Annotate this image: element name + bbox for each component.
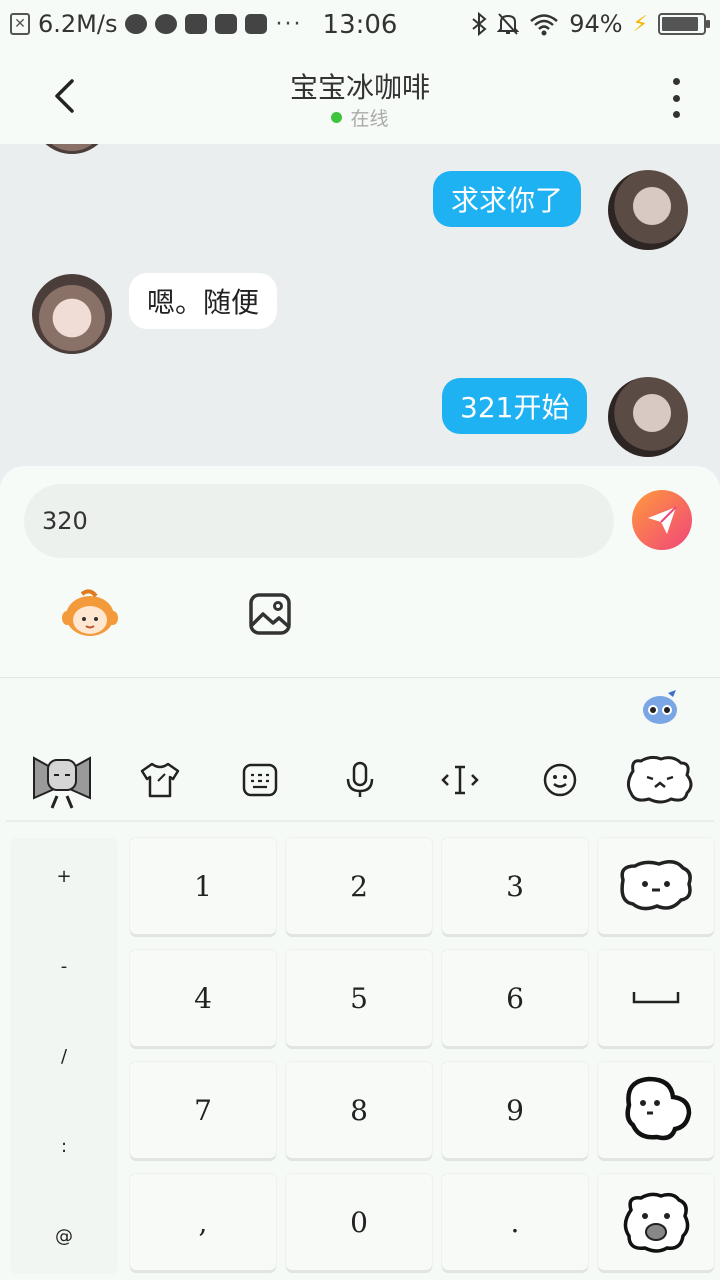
contact-avatar[interactable] xyxy=(32,274,112,354)
online-status-label: 在线 xyxy=(350,108,389,130)
more-options-button[interactable] xyxy=(666,78,686,118)
text-cursor-icon xyxy=(441,765,479,795)
wifi-icon xyxy=(530,14,559,36)
keyboard-icon xyxy=(242,763,278,797)
keyboard-layout-button[interactable] xyxy=(230,750,290,810)
cursor-move-button[interactable] xyxy=(430,750,490,810)
image-button[interactable] xyxy=(248,592,292,636)
symbol-key-at[interactable]: @ xyxy=(10,1226,118,1247)
bluetooth-icon xyxy=(472,12,487,36)
key-5[interactable]: 5 xyxy=(286,950,432,1046)
enter-key[interactable] xyxy=(598,1174,714,1270)
theme-button[interactable] xyxy=(130,750,190,810)
keyboard-skin-button[interactable] xyxy=(30,750,94,810)
contact-avatar[interactable] xyxy=(32,144,112,154)
mute-bell-icon xyxy=(497,13,520,35)
message-bubble-sent[interactable]: 321开始 xyxy=(442,378,588,434)
robot-assistant-icon xyxy=(643,690,677,724)
contact-name: 宝宝冰咖啡 xyxy=(289,71,430,104)
smiley-icon xyxy=(543,763,577,797)
key-9[interactable]: 9 xyxy=(442,1062,588,1158)
symbol-key-colon[interactable]: : xyxy=(10,1136,118,1157)
composer-panel: 320 xyxy=(0,466,720,678)
my-avatar[interactable] xyxy=(608,377,688,457)
chat-header: 宝宝冰咖啡 在线 xyxy=(0,50,720,144)
tshirt-icon xyxy=(140,762,180,798)
key-3[interactable]: 3 xyxy=(442,838,588,934)
message-bubble-received[interactable]: 嗯。随便 xyxy=(129,273,278,329)
key-7[interactable]: 7 xyxy=(130,1062,276,1158)
symbol-column[interactable]: + - / : @ xyxy=(10,838,118,1274)
backspace-key[interactable] xyxy=(598,838,714,934)
send-button[interactable] xyxy=(632,490,692,550)
online-dot-icon xyxy=(331,112,343,123)
symbol-key-plus[interactable]: + xyxy=(10,866,118,887)
ghost-mascot-icon xyxy=(625,1076,692,1141)
key-6[interactable]: 6 xyxy=(442,950,588,1046)
key-comma[interactable]: , xyxy=(130,1174,276,1270)
cat-mascot-icon xyxy=(626,755,693,804)
status-bar: ✕ 6.2M/s ··· 13:06 94% ⚡ xyxy=(0,0,720,50)
space-key[interactable] xyxy=(598,950,714,1046)
backspace-mascot-icon xyxy=(620,860,692,911)
key-8[interactable]: 8 xyxy=(286,1062,432,1158)
symbol-key-slash[interactable]: / xyxy=(10,1046,118,1067)
my-avatar[interactable] xyxy=(608,170,688,250)
status-right: 94% ⚡ xyxy=(471,10,710,38)
paper-plane-icon xyxy=(648,506,677,534)
battery-percent: 94% xyxy=(569,10,623,38)
symbol-key-minus[interactable]: - xyxy=(10,956,118,977)
message-list[interactable]: 求求你了 嗯。随便 321开始 xyxy=(0,144,720,484)
toolbar-divider xyxy=(6,820,714,822)
online-status: 在线 xyxy=(0,104,720,131)
key-period[interactable]: . xyxy=(442,1174,588,1270)
battery-icon xyxy=(658,13,710,35)
sticker-button[interactable] xyxy=(62,588,118,640)
keyboard: + - / : @ 1 2 3 4 5 6 7 8 9 , 0 . xyxy=(0,678,720,1280)
charging-icon: ⚡ xyxy=(632,11,648,37)
key-4[interactable]: 4 xyxy=(130,950,276,1046)
mascot-sticker-icon xyxy=(62,589,118,636)
message-input[interactable]: 320 xyxy=(24,484,614,558)
key-2[interactable]: 2 xyxy=(286,838,432,934)
mascot-menu-button[interactable] xyxy=(624,750,696,810)
keyboard-assistant-button[interactable] xyxy=(640,688,680,728)
image-icon xyxy=(249,593,291,635)
bow-mascot-icon xyxy=(33,756,91,809)
switch-keyboard-key[interactable] xyxy=(598,1062,714,1158)
microphone-icon xyxy=(346,761,374,797)
bear-mascot-icon xyxy=(623,1192,690,1253)
space-bar-icon xyxy=(632,992,680,1004)
emoji-button[interactable] xyxy=(530,750,590,810)
key-0[interactable]: 0 xyxy=(286,1174,432,1270)
voice-input-button[interactable] xyxy=(330,750,390,810)
key-1[interactable]: 1 xyxy=(130,838,276,934)
message-bubble-sent[interactable]: 求求你了 xyxy=(433,171,582,227)
keyboard-toolbar xyxy=(0,740,720,820)
